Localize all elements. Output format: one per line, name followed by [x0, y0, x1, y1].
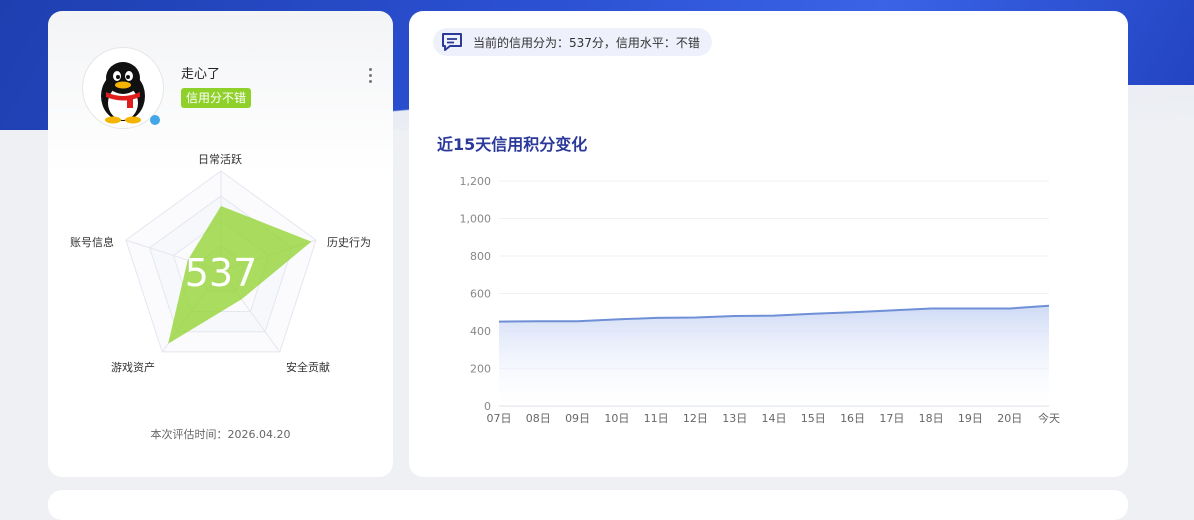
chart-title: 近15天信用积分变化	[437, 135, 588, 154]
y-tick-label: 400	[470, 325, 491, 338]
credit-line-chart: 02004006008001,0001,200 07日 08日 09日 10日 11日 1…	[460, 175, 1061, 425]
x-tick-label: 11日	[644, 412, 669, 425]
qq-penguin-icon	[101, 62, 160, 125]
y-tick-label: 800	[470, 250, 491, 263]
x-tick-label: 19日	[958, 412, 983, 425]
x-tick-label: 20日	[997, 412, 1022, 425]
x-tick-label: 15日	[801, 412, 826, 425]
y-tick-label: 1,200	[460, 175, 492, 188]
radar-label-game-assets: 游戏资产	[111, 361, 155, 374]
x-tick-label: 12日	[683, 412, 708, 425]
credit-notice-text: 当前的信用分为：537分，信用水平：不错	[473, 35, 700, 50]
profile-card: 走心了 信用分不错 537 日常活跃 历史行为 安全贡献 游戏资产 账号信息 本…	[48, 11, 393, 477]
credit-chart-card: 当前的信用分为：537分，信用水平：不错 近15天信用积分变化 0 200 400 6…	[409, 11, 1128, 477]
y-tick-label: 600	[470, 288, 491, 301]
radar-score: 537	[185, 251, 258, 295]
y-tick-label: 200	[470, 363, 491, 376]
x-tick-label: 10日	[604, 412, 629, 425]
x-tick-label: 13日	[722, 412, 747, 425]
username: 走心了	[181, 67, 221, 82]
credit-notice: 当前的信用分为：537分，信用水平：不错	[433, 28, 712, 56]
radar-label-daily-activity: 日常活跃	[198, 153, 242, 166]
radar-chart: 537	[125, 170, 317, 353]
x-tick-label: 16日	[840, 412, 865, 425]
evaluation-time: 本次评估时间：2026.04.20	[150, 428, 291, 441]
more-options-icon[interactable]	[364, 66, 376, 88]
bottom-card	[48, 490, 1128, 520]
x-tick-label: 今天	[1038, 411, 1060, 425]
x-tick-label: 09日	[565, 412, 590, 425]
y-tick-label: 1,000	[460, 213, 492, 226]
radar-label-account-info: 账号信息	[70, 236, 114, 249]
x-tick-label: 18日	[919, 412, 944, 425]
message-icon	[442, 33, 462, 51]
x-tick-label: 14日	[762, 412, 787, 425]
x-tick-label: 17日	[879, 412, 904, 425]
x-tick-label: 07日	[487, 412, 512, 425]
x-tick-label: 08日	[526, 412, 551, 425]
radar-label-history-behavior: 历史行为	[327, 236, 371, 249]
radar-label-security-contribution: 安全贡献	[286, 361, 330, 374]
avatar[interactable]	[83, 48, 163, 128]
credit-level-badge: 信用分不错	[181, 88, 252, 108]
